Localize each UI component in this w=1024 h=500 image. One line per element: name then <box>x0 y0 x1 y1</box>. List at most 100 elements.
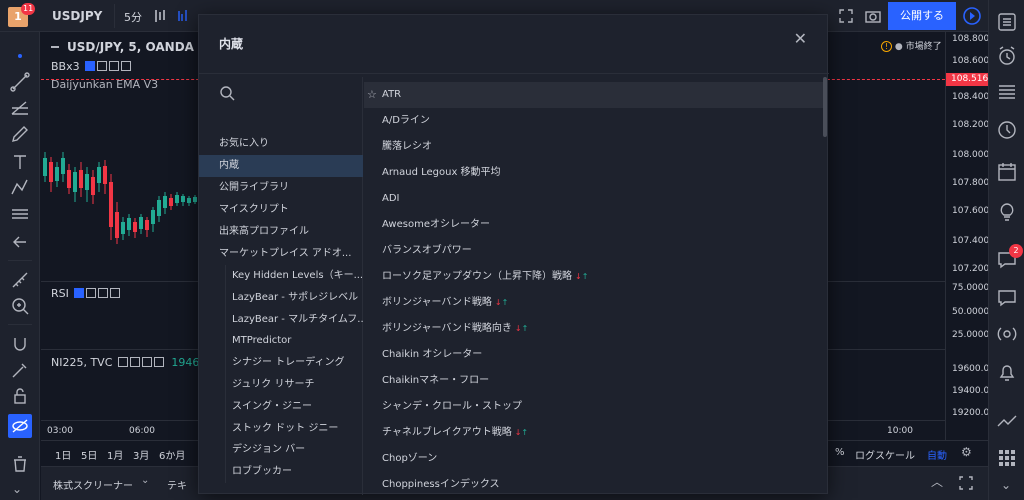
ruler-icon[interactable] <box>8 268 32 292</box>
eye-icon[interactable] <box>117 357 128 367</box>
chevron-up-icon[interactable]: ︿ <box>931 473 943 490</box>
more-icon[interactable] <box>141 357 152 367</box>
trendline-icon[interactable] <box>8 70 32 94</box>
maximize-icon[interactable] <box>959 476 973 490</box>
watchlist-icon[interactable] <box>995 10 1019 34</box>
play-icon[interactable] <box>962 6 982 26</box>
close-icon[interactable] <box>121 61 132 71</box>
publish-button[interactable]: 公開する <box>888 2 956 30</box>
candle-type-icon[interactable] <box>152 8 168 24</box>
indicator-item[interactable]: ローソク足アップダウン（上昇下降）戦略 ↓↑ <box>364 264 824 290</box>
text-icon[interactable] <box>8 150 32 174</box>
market-status[interactable]: ! ● 市場終了 <box>881 39 942 52</box>
range-1d[interactable]: 1日 <box>55 447 71 462</box>
settings-icon[interactable] <box>129 357 140 367</box>
marketplace-addon-item[interactable]: MTPredictor <box>225 330 363 353</box>
back-arrow-icon[interactable] <box>8 230 32 254</box>
gear-icon[interactable]: ⚙ <box>961 445 972 459</box>
close-icon[interactable]: ✕ <box>794 29 807 48</box>
range-6m[interactable]: 6か月 <box>159 447 185 462</box>
cursor-icon[interactable] <box>8 44 32 68</box>
range-5d[interactable]: 5日 <box>81 447 97 462</box>
more-icon[interactable] <box>98 288 109 298</box>
streams-icon[interactable] <box>995 322 1019 346</box>
log-scale-toggle[interactable]: ログスケール <box>855 447 915 462</box>
price-axis[interactable]: 108.800 108.600 108.516 108.400 108.200 … <box>945 32 989 440</box>
category-item[interactable]: 内蔵 <box>199 155 363 177</box>
messages-icon[interactable] <box>995 286 1019 310</box>
category-item[interactable]: 出来高プロファイル <box>199 221 363 243</box>
star-icon[interactable]: ☆ <box>367 82 377 108</box>
marketplace-addon-item[interactable]: ジュリク リサーチ <box>225 374 363 396</box>
indicator-item[interactable]: Chaikin オシレーター <box>364 342 824 368</box>
alarm-icon[interactable] <box>995 44 1019 68</box>
indicator-bbx3[interactable]: BBx3 <box>51 60 132 73</box>
clock-icon[interactable] <box>995 118 1019 142</box>
category-item[interactable]: お気に入り <box>199 133 363 155</box>
marketplace-addon-item[interactable]: LazyBear - サポレジレベル <box>225 286 363 309</box>
indicator-item[interactable]: Arnaud Legoux 移動平均 <box>364 160 824 186</box>
scrollbar[interactable] <box>823 77 827 137</box>
chevron-down-icon[interactable]: ⌄ <box>1001 478 1011 492</box>
fullscreen-icon[interactable] <box>838 8 854 24</box>
indicator-item[interactable]: ボリンジャーバンド戦略向き ↓↑ <box>364 316 824 342</box>
marketplace-addon-item[interactable]: シナジー トレーディング <box>225 352 363 375</box>
tab-stock-screener[interactable]: 株式スクリーナー <box>53 477 133 492</box>
collapse-icon[interactable]: ⌄ <box>12 482 22 496</box>
trash-icon[interactable] <box>8 452 32 476</box>
marketplace-addon-item[interactable]: スイング・ジニー <box>225 395 363 418</box>
indicator-item[interactable]: A/Dライン <box>364 108 824 134</box>
category-item[interactable]: マイスクリプト <box>199 199 363 221</box>
marketplace-addon-item[interactable]: ストック ドット ジニー <box>225 417 363 440</box>
marketplace-addon-item[interactable]: デシジョン バー <box>225 439 363 462</box>
indicator-item[interactable]: ☆ ATR <box>364 82 824 108</box>
more-icon[interactable] <box>109 61 120 71</box>
fib-icon[interactable] <box>8 96 32 120</box>
lock-drawing-icon[interactable] <box>8 358 32 382</box>
chart-trend-icon[interactable] <box>995 410 1019 434</box>
indicator-item[interactable]: Awesomeオシレーター <box>364 212 824 238</box>
indicator-item[interactable]: シャンデ・クロール・ストップ <box>364 394 824 420</box>
auto-scale-toggle[interactable]: 自動 <box>927 447 947 462</box>
camera-icon[interactable] <box>864 8 882 24</box>
indicator-item[interactable]: ボリンジャーバンド戦略 ↓↑ <box>364 290 824 316</box>
calendar-icon[interactable] <box>995 160 1019 184</box>
zoom-icon[interactable] <box>8 294 32 318</box>
ni225-pane-label[interactable]: NI225, TVC 1946 <box>51 356 199 369</box>
indicator-item[interactable]: 騰落レシオ <box>364 134 824 160</box>
pattern-icon[interactable] <box>8 176 32 200</box>
eye-icon[interactable] <box>85 61 96 71</box>
bell-icon[interactable] <box>995 360 1019 384</box>
hide-drawings-icon[interactable] <box>8 414 32 438</box>
eye-icon[interactable] <box>74 288 85 298</box>
marketplace-addon-item[interactable]: LazyBear - マルチタイムフ... <box>225 308 363 331</box>
marketplace-addon-item[interactable]: ロブブッカー <box>225 461 363 484</box>
tab-text[interactable]: テキ <box>167 477 187 492</box>
indicator-icon[interactable] <box>176 8 192 24</box>
indicator-item[interactable]: Chopゾーン <box>364 446 824 472</box>
symbol-search[interactable]: USDJPY <box>52 9 102 23</box>
prediction-icon[interactable] <box>8 202 32 226</box>
indicator-item[interactable]: バランスオブパワー <box>364 238 824 264</box>
close-icon[interactable] <box>110 288 121 298</box>
settings-icon[interactable] <box>86 288 97 298</box>
category-item[interactable]: マーケットプレイス アドオ... <box>199 243 363 265</box>
category-item[interactable]: 公開ライブラリ <box>199 177 363 199</box>
search-input[interactable] <box>219 85 349 107</box>
lock-icon[interactable] <box>8 384 32 408</box>
indicator-item[interactable]: Choppinessインデックス <box>364 472 824 495</box>
idea-icon[interactable] <box>995 200 1019 224</box>
data-window-icon[interactable] <box>995 80 1019 104</box>
rsi-pane-label[interactable]: RSI <box>51 287 121 300</box>
settings-icon[interactable] <box>97 61 108 71</box>
indicator-item[interactable]: Chaikinマネー・フロー <box>364 368 824 394</box>
grid-icon[interactable] <box>995 446 1019 470</box>
indicator-item[interactable]: ADI <box>364 186 824 212</box>
magnet-icon[interactable] <box>8 332 32 356</box>
close-icon[interactable] <box>153 357 164 367</box>
indicator-item[interactable]: チャネルブレイクアウト戦略 ↓↑ <box>364 420 824 446</box>
brush-icon[interactable] <box>8 122 32 146</box>
interval-selector[interactable]: 5分 <box>124 9 142 25</box>
range-1m[interactable]: 1月 <box>107 447 123 462</box>
range-3m[interactable]: 3月 <box>133 447 149 462</box>
